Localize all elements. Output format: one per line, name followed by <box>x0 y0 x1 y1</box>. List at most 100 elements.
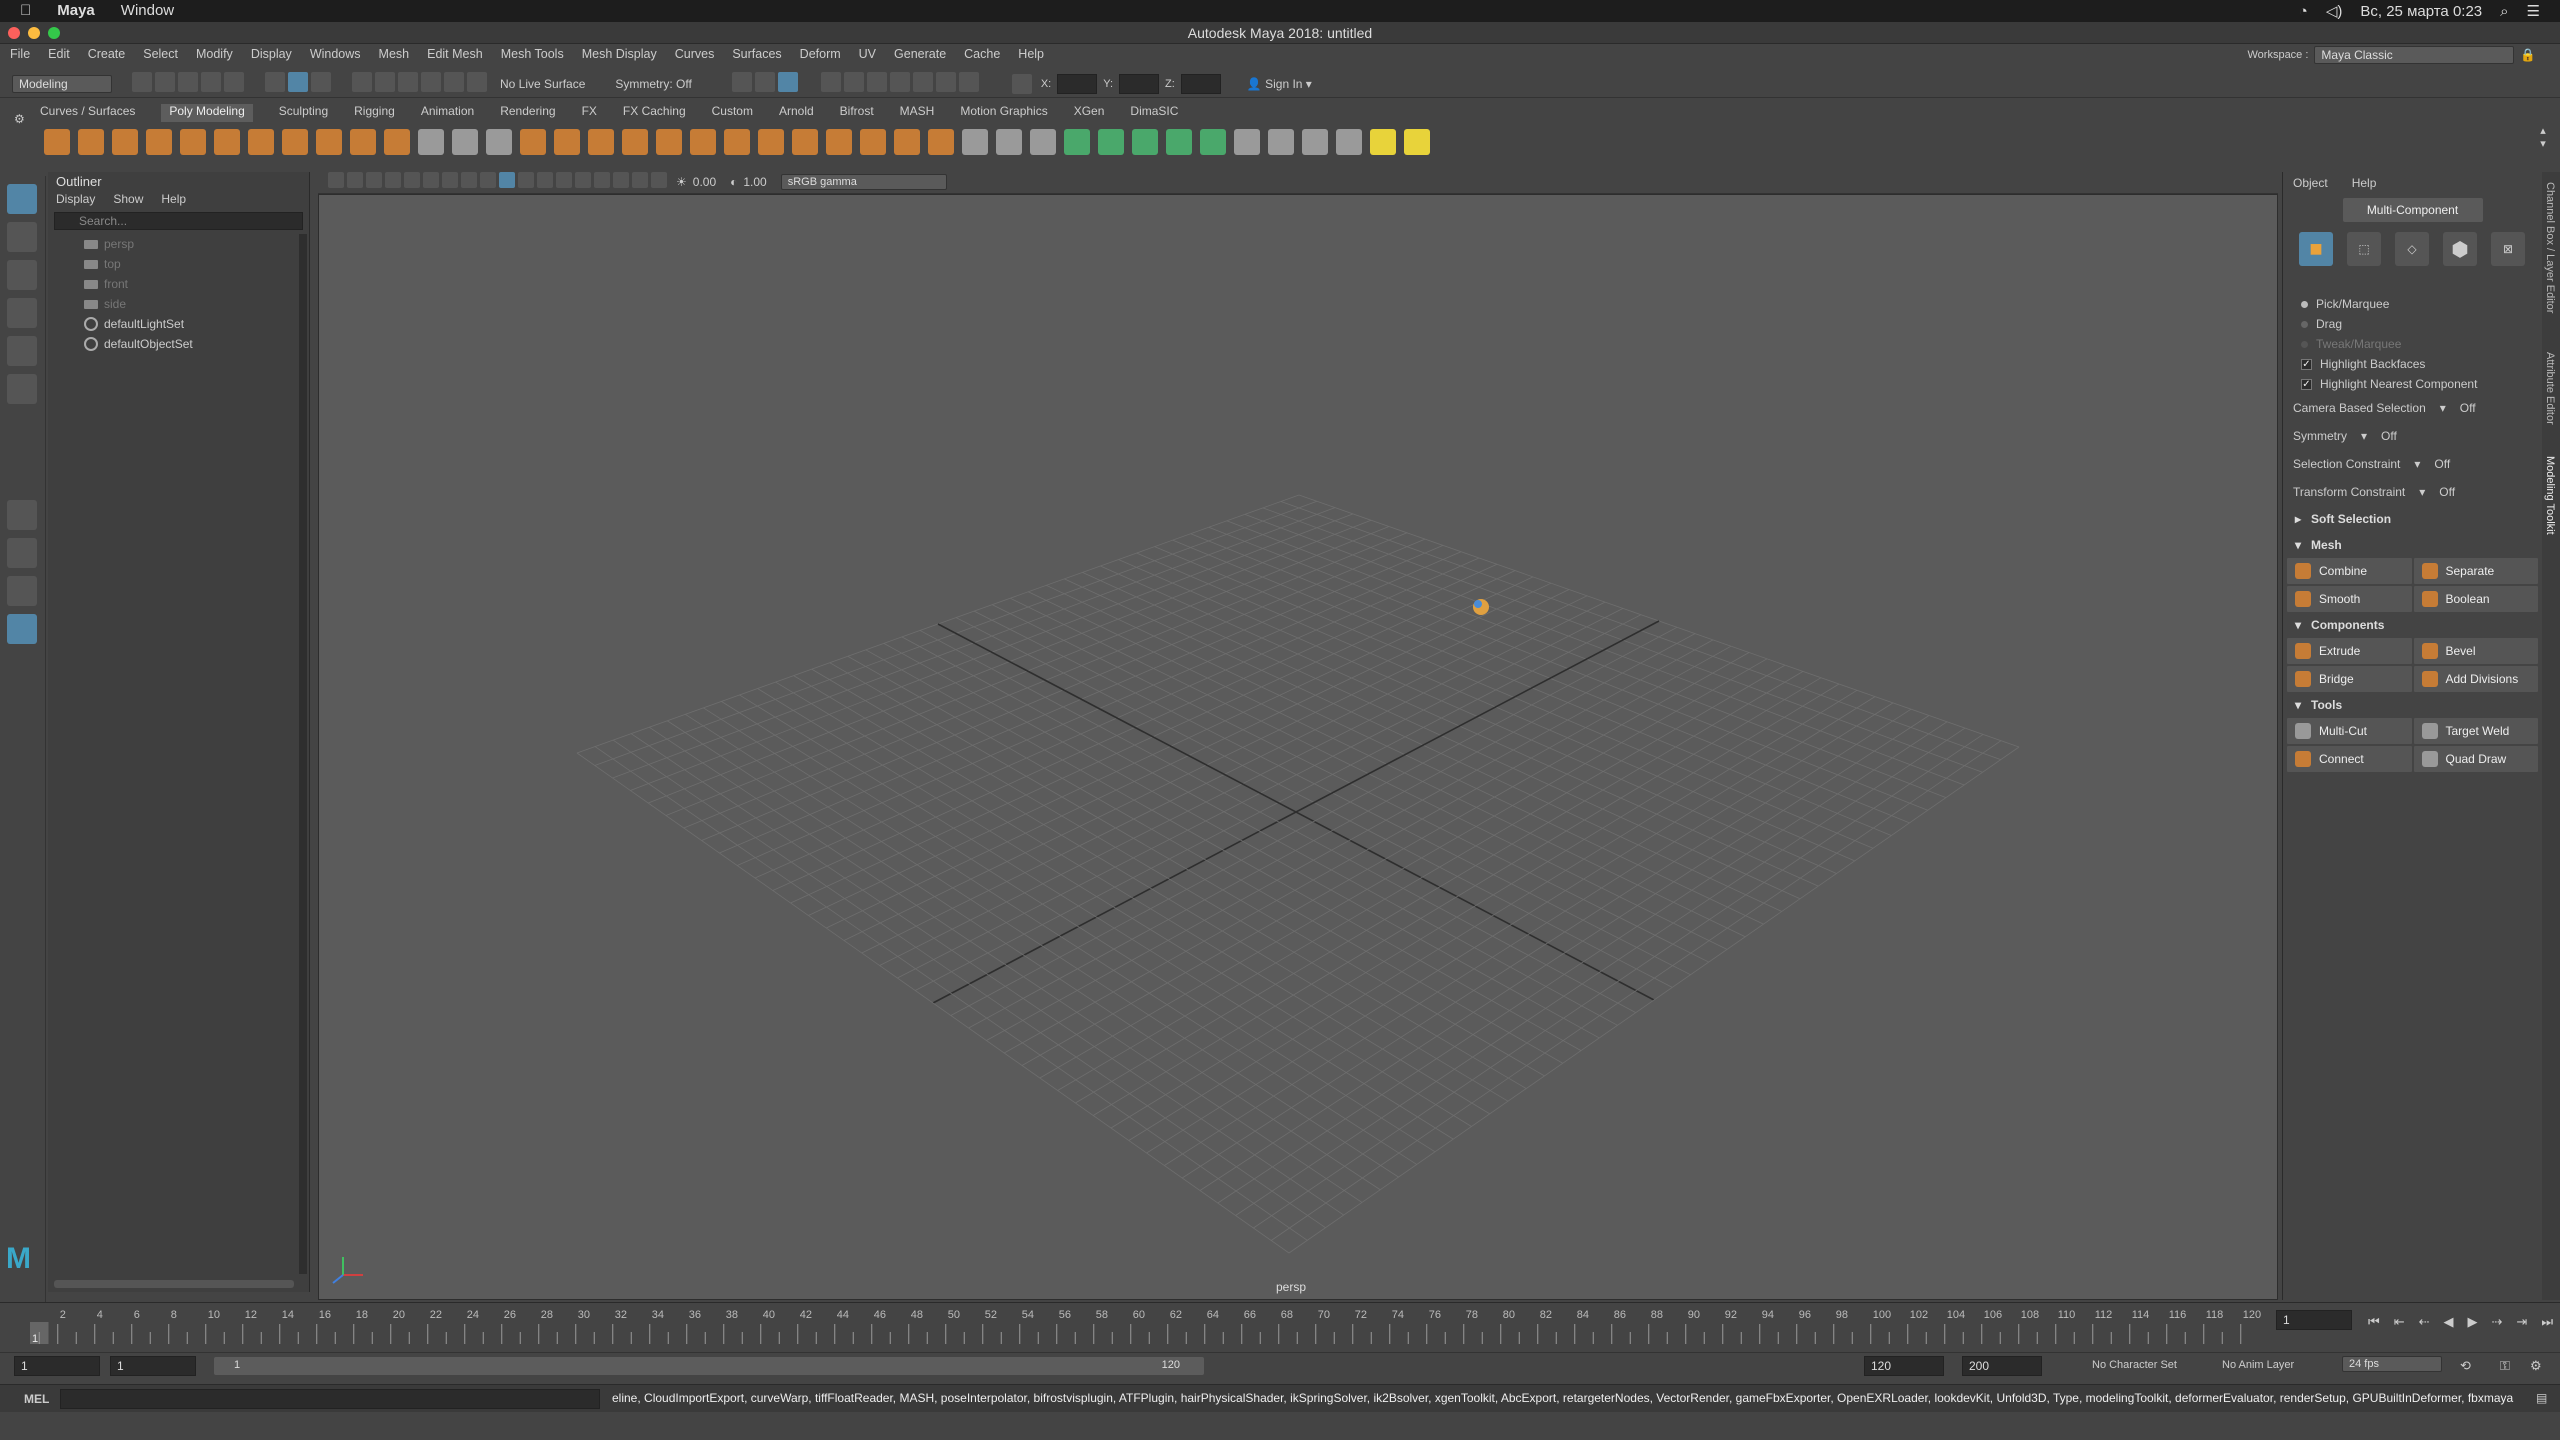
fill-hole-icon[interactable] <box>792 129 818 155</box>
live-surface-field[interactable]: No Live Surface <box>500 77 585 91</box>
step-forward-key-icon[interactable]: ⇥ <box>2516 1314 2527 1330</box>
select-component-icon[interactable] <box>311 72 331 92</box>
shelf-menu-icon[interactable]: ⚙ <box>14 112 25 126</box>
bookmark-icon[interactable] <box>366 172 382 188</box>
boolean-button[interactable]: Boolean <box>2413 586 2538 612</box>
open-scene-icon[interactable] <box>155 72 175 92</box>
menu-create[interactable]: Create <box>88 47 126 61</box>
auto-key-icon[interactable]: ⚿ <box>2500 1358 2510 1374</box>
four-view-icon[interactable] <box>7 538 37 568</box>
add-divisions-button[interactable]: Add Divisions <box>2413 666 2538 692</box>
setting-symmetry[interactable]: Symmetry ▾ Off <box>2283 422 2542 450</box>
svg-icon[interactable] <box>384 129 410 155</box>
render-frame-icon[interactable] <box>820 72 841 92</box>
cut-uv-icon[interactable] <box>1234 129 1260 155</box>
multi-cut-button[interactable]: Multi-Cut <box>2287 718 2412 744</box>
cylindrical-map-icon[interactable] <box>1098 129 1124 155</box>
shelf-tab-curves-surfaces[interactable]: Curves / Surfaces <box>40 104 135 122</box>
highlight-backfaces-checkbox[interactable]: ✓ Highlight Backfaces <box>2283 354 2542 374</box>
poly-sphere-icon[interactable] <box>44 129 70 155</box>
minimize-window-icon[interactable] <box>28 27 40 39</box>
xray-icon[interactable] <box>651 172 667 188</box>
wedge-icon[interactable] <box>928 129 954 155</box>
checker-icon[interactable] <box>1370 129 1396 155</box>
object-mode-button[interactable]: ■ <box>2299 232 2333 266</box>
resolution-gate-icon[interactable] <box>442 172 458 188</box>
menu-cache[interactable]: Cache <box>964 47 1000 61</box>
two-view-icon[interactable] <box>7 576 37 606</box>
pipe-icon[interactable] <box>452 129 478 155</box>
tab-channel-box[interactable]: Channel Box / Layer Editor <box>2544 182 2556 313</box>
super-shape-icon[interactable] <box>316 129 342 155</box>
ipr-render-icon[interactable] <box>866 72 887 92</box>
smooth-button[interactable]: Smooth <box>2287 586 2412 612</box>
outliner-item-front[interactable]: front <box>84 274 309 294</box>
gamma-icon[interactable]: ◐ <box>730 175 737 189</box>
single-view-icon[interactable] <box>7 500 37 530</box>
menu-uv[interactable]: UV <box>859 47 876 61</box>
multi-cut-icon[interactable] <box>962 129 988 155</box>
outliner-search-input[interactable]: Search... <box>54 212 303 230</box>
drag-option[interactable]: Drag <box>2283 314 2542 334</box>
menu-deform[interactable]: Deform <box>800 47 841 61</box>
sign-in-button[interactable]: 👤 Sign In ▾ <box>1247 77 1312 91</box>
redo-icon[interactable] <box>224 72 244 92</box>
wifi-icon[interactable]: ◔ <box>2299 3 2308 20</box>
viewport-persp[interactable] <box>318 194 2278 1300</box>
uv-editor-icon[interactable] <box>1200 129 1226 155</box>
menu-edit-mesh[interactable]: Edit Mesh <box>427 47 483 61</box>
animation-end-field[interactable]: 200 <box>1962 1356 2042 1376</box>
collapse-icon[interactable] <box>894 129 920 155</box>
lights-icon[interactable] <box>537 172 553 188</box>
save-scene-icon[interactable] <box>178 72 198 92</box>
shelf-scroll-icon[interactable]: ▴ ▾ <box>2536 124 2550 160</box>
range-slider[interactable]: 1 120 <box>214 1357 1204 1375</box>
go-to-end-icon[interactable]: ⏭ <box>2541 1314 2553 1330</box>
tweak-marquee-option[interactable]: Tweak/Marquee <box>2283 334 2542 354</box>
outliner-menu-help[interactable]: Help <box>161 192 186 206</box>
playback-end-field[interactable]: 120 <box>1864 1356 1944 1376</box>
history-toggle-icon[interactable] <box>777 72 798 92</box>
z-field[interactable] <box>1180 73 1221 94</box>
step-back-frame-icon[interactable]: ⇠ <box>2419 1314 2430 1330</box>
poly-cube-icon[interactable] <box>78 129 104 155</box>
connect-button[interactable]: Connect <box>2287 746 2412 772</box>
arnold-render-icon[interactable] <box>935 72 956 92</box>
wireframe-icon[interactable] <box>480 172 496 188</box>
shelf-tab-fx-caching[interactable]: FX Caching <box>623 104 686 122</box>
shelf-tab-arnold[interactable]: Arnold <box>779 104 814 122</box>
film-gate-icon[interactable] <box>423 172 439 188</box>
step-back-key-icon[interactable]: ⇤ <box>2394 1314 2405 1330</box>
snap-point-icon[interactable] <box>398 72 418 92</box>
poly-cone-icon[interactable] <box>146 129 172 155</box>
select-object-icon[interactable] <box>288 72 308 92</box>
gamma-field[interactable]: 1.00 <box>743 175 766 189</box>
motion-blur-icon[interactable] <box>594 172 610 188</box>
rotate-tool-icon[interactable] <box>7 336 37 366</box>
render-settings-icon[interactable] <box>889 72 910 92</box>
merge-icon[interactable] <box>860 129 886 155</box>
symmetry-field[interactable]: Symmetry: Off <box>615 77 691 91</box>
menu-list-icon[interactable]: ☰ <box>2527 2 2540 20</box>
shelf-tab-custom[interactable]: Custom <box>712 104 753 122</box>
transform-mode-icon[interactable] <box>1011 73 1032 94</box>
face-mode-button[interactable]: ⬢ <box>2443 232 2477 266</box>
exposure-icon[interactable]: ☀ <box>676 175 687 189</box>
colorspace-dropdown[interactable]: sRGB gamma <box>780 173 947 190</box>
texel-density-icon[interactable] <box>1404 129 1430 155</box>
workspace-dropdown[interactable]: Maya Classic <box>2314 46 2515 64</box>
current-frame-field[interactable]: 1 <box>2276 1310 2352 1330</box>
scale-tool-icon[interactable] <box>7 374 37 404</box>
close-window-icon[interactable] <box>8 27 20 39</box>
vertex-mode-button[interactable]: ⬚ <box>2347 232 2381 266</box>
snap-surface-icon[interactable] <box>444 72 464 92</box>
play-forwards-icon[interactable]: ▶ <box>2468 1314 2478 1330</box>
lasso-tool-icon[interactable] <box>7 222 37 252</box>
step-forward-frame-icon[interactable]: ⇢ <box>2492 1314 2503 1330</box>
planar-map-icon[interactable] <box>1064 129 1090 155</box>
playback-start-field[interactable]: 1 <box>110 1356 196 1376</box>
grid-toggle-icon[interactable] <box>404 172 420 188</box>
menu-generate[interactable]: Generate <box>894 47 946 61</box>
menu-mesh[interactable]: Mesh <box>379 47 410 61</box>
animation-start-field[interactable]: 1 <box>14 1356 100 1376</box>
